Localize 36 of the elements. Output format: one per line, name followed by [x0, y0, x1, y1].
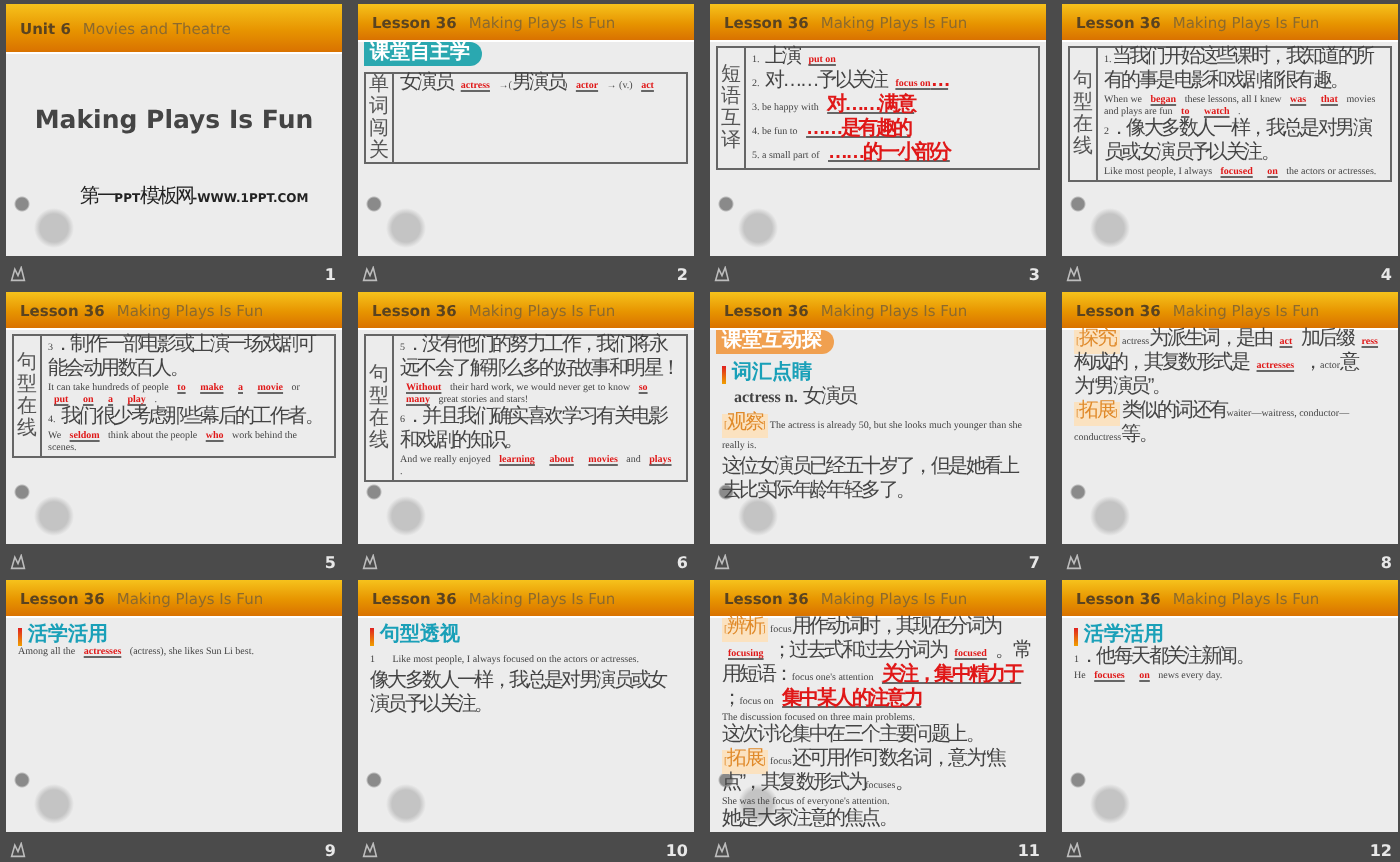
section-heading: 句型透视	[380, 624, 460, 648]
marker-bar	[722, 365, 726, 383]
slide-number: 5	[324, 553, 336, 571]
side-label: 句型在线	[369, 364, 389, 452]
side-label: 句型在线	[1073, 70, 1093, 158]
marker-bar	[18, 627, 22, 645]
slide-thumbnail[interactable]	[1062, 4, 1398, 256]
slide-number: 8	[1380, 553, 1392, 571]
slide-thumbnail[interactable]	[6, 292, 342, 544]
slide-title: Making Plays Is Fun	[34, 104, 314, 134]
section-badge: 课堂互动探	[716, 330, 834, 354]
slide-number: 11	[1017, 841, 1040, 859]
slide-number: 9	[324, 841, 336, 859]
slide-number: 1	[324, 265, 336, 283]
text-line: 像大多数人一样，我总是对男演员或女演员予以关注。	[370, 672, 669, 720]
section-heading: 活学活用	[1084, 624, 1164, 646]
text-line: 她是大家注意的焦点。	[722, 810, 897, 832]
slide-number: 6	[676, 553, 688, 571]
side-label: 句型在线	[17, 352, 37, 440]
slide-number: 2	[676, 265, 688, 283]
slide-number: 12	[1369, 841, 1392, 859]
vocabulary-term: actress n. 女演员	[734, 386, 856, 411]
slide-thumbnail[interactable]	[358, 292, 694, 544]
marker-bar	[1074, 627, 1078, 645]
section-badge: 课堂自主学	[364, 42, 482, 66]
slide-number: 4	[1380, 265, 1392, 283]
slide-number: 3	[1028, 265, 1040, 283]
slide-number: 10	[665, 841, 688, 859]
side-label: 短语互译	[721, 64, 741, 152]
side-label: 单词闯关	[369, 74, 389, 162]
slide-thumbnail[interactable]	[710, 580, 1046, 832]
slide-number: 7	[1028, 553, 1040, 571]
section-heading: 词汇点睛	[732, 362, 812, 386]
text-line: 这次讨论集中在三个主要问题上。	[722, 726, 984, 747]
section-heading: 活学活用	[28, 624, 108, 647]
marker-bar	[370, 627, 374, 645]
